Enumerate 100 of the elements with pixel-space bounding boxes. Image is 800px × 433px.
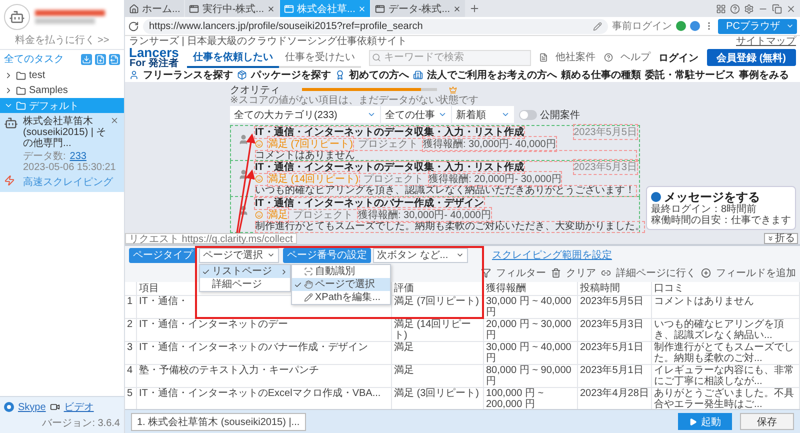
row-number: 3 xyxy=(125,342,137,365)
data-count-label: データ数: xyxy=(23,151,66,162)
chevron-right-icon[interactable] xyxy=(4,86,13,95)
filter-select[interactable]: 全ての大カテゴリ(233) xyxy=(230,106,380,123)
column-header: 投稿時間 xyxy=(578,282,652,296)
nav-link[interactable]: フリーランスを探す xyxy=(143,68,233,82)
browser-mode-button[interactable]: PCブラウザ xyxy=(718,18,797,34)
collapse-button[interactable]: 折る xyxy=(764,233,798,244)
folder-item[interactable]: Samples xyxy=(0,83,124,98)
document-icon[interactable] xyxy=(538,53,548,62)
logo-subtitle: For 発注者 xyxy=(129,58,178,68)
help-icon[interactable] xyxy=(604,53,613,62)
folder-label: Samples xyxy=(29,85,68,96)
check-icon xyxy=(294,280,302,288)
toolbar-action[interactable]: クリア xyxy=(566,266,596,280)
filter-icon[interactable] xyxy=(481,268,491,278)
smile-icon xyxy=(255,211,263,219)
login-link[interactable]: ログイン xyxy=(658,50,699,64)
restore-icon[interactable] xyxy=(772,4,782,14)
window-icon xyxy=(284,4,294,14)
toolbar-action[interactable]: 詳細ページに行く xyxy=(616,266,696,280)
page-type-select[interactable]: ページで選択 xyxy=(199,248,279,262)
table-cell: 満足 (7回リピート) xyxy=(392,296,484,319)
reload-icon[interactable] xyxy=(128,20,139,32)
extension-icon[interactable] xyxy=(690,21,700,31)
folder-item[interactable]: test xyxy=(0,68,124,83)
site-tab[interactable]: 仕事を依頼したい xyxy=(186,47,279,68)
toolbar-action[interactable]: フィールドを追加 xyxy=(716,266,796,280)
table-cell: 2023年5月1日 xyxy=(578,365,652,388)
page-number-button[interactable]: ページ番号の設定 xyxy=(283,248,371,262)
browser-tab[interactable]: データ-株式... xyxy=(371,0,466,17)
grid-icon[interactable] xyxy=(716,4,726,14)
add-icon[interactable] xyxy=(701,268,711,278)
menu-item[interactable]: XPathを編集... xyxy=(292,291,390,304)
browser-tab[interactable]: 実行中-株式... xyxy=(185,0,280,17)
person-icon xyxy=(238,169,248,180)
close-icon[interactable] xyxy=(453,4,462,12)
help-icon[interactable] xyxy=(730,4,740,14)
caret-icon xyxy=(501,110,510,119)
header-link[interactable]: 他社案件 xyxy=(556,52,596,62)
browser-tab[interactable]: ホーム... xyxy=(125,0,184,17)
table-cell: IT・通信・インターネットのデー xyxy=(137,319,392,342)
nav-link[interactable]: 委託・常駐サービス xyxy=(645,68,735,82)
chevron-down-icon[interactable] xyxy=(4,101,13,110)
filter-select[interactable]: 全ての仕事 xyxy=(381,106,451,123)
close-icon[interactable] xyxy=(110,116,119,125)
export-icon[interactable] xyxy=(109,54,120,64)
run-button[interactable]: 起動 xyxy=(678,413,732,430)
person-icon xyxy=(238,134,248,145)
pay-link[interactable]: 料金を払うに行く >> xyxy=(14,33,110,47)
chevron-right-icon[interactable] xyxy=(4,71,13,80)
header-link[interactable]: ヘルプ xyxy=(620,52,651,62)
caret-icon xyxy=(456,251,464,259)
rating-label: 満足 (7回リピート) xyxy=(268,137,353,151)
close-icon[interactable] xyxy=(267,4,276,12)
data-count-link[interactable]: 233 xyxy=(70,151,86,162)
nav-link[interactable]: パッケージを探す xyxy=(251,68,331,82)
footer-link[interactable]: ビデオ xyxy=(64,400,94,414)
new-task-icon[interactable] xyxy=(95,54,106,64)
toolbar-action[interactable]: フィルター xyxy=(496,266,546,280)
menu-item[interactable]: リストページ xyxy=(200,265,290,278)
menu-item[interactable]: 自動識別 xyxy=(292,265,390,278)
site-tagline: ランサーズ | 日本最大級のクラウドソーシング仕事依頼サイト xyxy=(129,36,408,47)
message-title[interactable]: メッセージをする xyxy=(664,190,760,204)
nav-link[interactable]: 初めての方へ xyxy=(349,68,409,82)
filter-select[interactable]: 新着順 xyxy=(452,106,514,123)
all-tasks-label: 全てのタスク xyxy=(4,53,65,66)
footer-link[interactable]: Skype xyxy=(18,402,46,412)
menu-item[interactable]: ページで選択 xyxy=(292,278,390,291)
nav-link[interactable]: 法人でご利用をお考えの方へ xyxy=(427,68,557,82)
nav-link[interactable]: 頼める仕事の種類 xyxy=(561,68,641,82)
menu-item[interactable]: 詳細ページ xyxy=(200,278,290,291)
task-tab[interactable]: 1. 株式会社草笛木 (souseiki2015) |... xyxy=(131,412,306,430)
new-tab-icon[interactable] xyxy=(469,3,480,14)
column-header: 口コミ xyxy=(652,282,800,296)
table-cell: 満足 xyxy=(392,365,484,388)
site-tab[interactable]: 仕事を受けたい xyxy=(278,47,361,68)
import-icon[interactable] xyxy=(81,54,92,64)
close-icon[interactable] xyxy=(786,4,796,14)
row-number: 4 xyxy=(125,365,137,388)
link-icon[interactable] xyxy=(601,268,611,278)
trash-icon[interactable] xyxy=(551,268,561,278)
extension-icon[interactable] xyxy=(676,21,686,31)
signup-button[interactable]: 会員登録 (無料) xyxy=(706,49,796,66)
task-title[interactable]: 株式会社草笛木 (souseiki2015) | その他専門... xyxy=(23,116,107,149)
page-number-select[interactable]: 次ボタン など... xyxy=(373,248,468,262)
site-logo[interactable]: Lancers xyxy=(129,46,179,58)
nav-link[interactable]: 事例をみる xyxy=(739,68,789,82)
save-button[interactable]: 保存 xyxy=(740,413,794,430)
search-field[interactable]: キーワードで検索 xyxy=(368,50,531,66)
page-type-button[interactable]: ページタイプ xyxy=(129,248,197,262)
settings-icon[interactable] xyxy=(744,4,754,14)
range-link[interactable]: スクレイピング範囲を設定 xyxy=(492,248,612,262)
pencil-icon[interactable] xyxy=(593,22,602,30)
job-type: プロジェクト xyxy=(364,172,424,185)
search-icon xyxy=(372,52,381,62)
window-icon xyxy=(375,4,386,14)
chevrons-icon xyxy=(767,235,774,242)
pre-login-label[interactable]: 事前ログイン xyxy=(612,19,672,33)
public-toggle[interactable] xyxy=(519,110,537,120)
